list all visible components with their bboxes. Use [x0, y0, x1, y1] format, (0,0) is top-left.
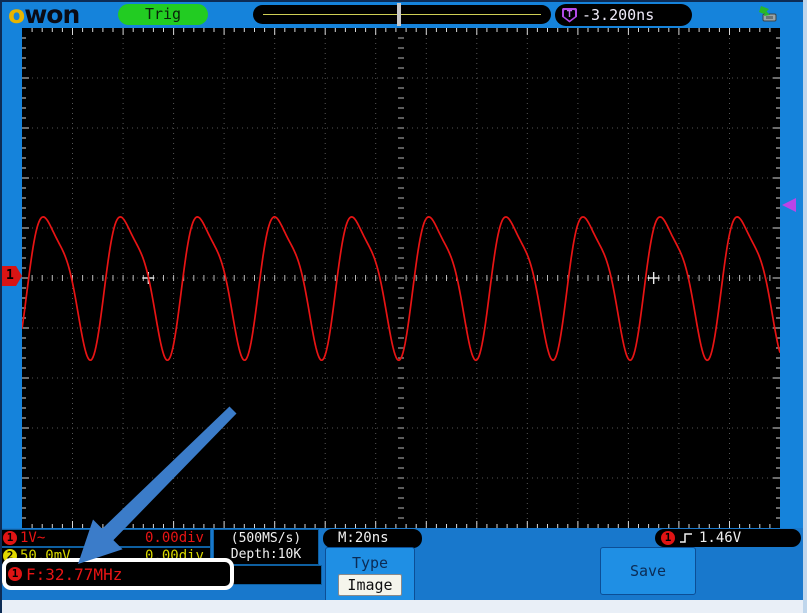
graticule-grid — [22, 28, 780, 528]
logo-rest: won — [24, 0, 79, 29]
frequency-value: F:32.77MHz — [26, 565, 122, 584]
freq-source-badge: 1 — [8, 567, 22, 581]
trigger-level-readout: 1 1.46V — [655, 529, 801, 547]
trigger-t-icon: T — [562, 8, 577, 23]
type-button[interactable]: Type Image — [325, 547, 415, 603]
record-depth: Depth:10K — [231, 547, 301, 563]
window-edge-left — [0, 0, 2, 613]
owon-logo: owon — [8, 0, 79, 29]
ch1-zero-level-marker[interactable]: 1 — [2, 266, 22, 286]
trigger-level-arrow-icon[interactable] — [782, 198, 796, 212]
ch1-scale: 1V~ — [20, 530, 45, 546]
type-button-label: Type — [352, 554, 388, 572]
type-selected-value[interactable]: Image — [338, 574, 401, 596]
save-button[interactable]: Save — [600, 547, 696, 595]
trig-status-badge: Trig — [118, 4, 208, 25]
window-edge-top — [0, 0, 807, 2]
top-status-bar: owon Trig T -3.200ns — [0, 0, 807, 28]
bottom-edge-strip — [0, 600, 807, 613]
scope-display: T — [22, 28, 780, 528]
trigger-source-badge: 1 — [661, 531, 675, 545]
trigger-level-value: 1.46V — [699, 530, 741, 546]
trigger-offset-value: -3.200ns — [582, 6, 654, 24]
frequency-highlight-box: 1 F:32.77MHz — [2, 558, 234, 590]
trigger-position-marker[interactable] — [397, 3, 401, 26]
window-edge-right — [803, 0, 807, 613]
trigger-offset-readout: T -3.200ns — [555, 4, 692, 26]
logo-letter-o: o — [8, 0, 24, 29]
usb-storage-icon — [757, 5, 781, 24]
trigger-position-bar[interactable] — [253, 5, 551, 24]
ch1-readout-row: 1 1V~ 0.00div — [0, 529, 211, 547]
trigger-position-track — [263, 14, 541, 15]
ch1-badge: 1 — [3, 531, 17, 545]
ch1-position: 0.00div — [145, 530, 204, 546]
rising-edge-icon — [679, 531, 695, 545]
timebase-readout: M:20ns — [323, 529, 422, 548]
sample-rate: (500MS/s) — [231, 531, 301, 547]
